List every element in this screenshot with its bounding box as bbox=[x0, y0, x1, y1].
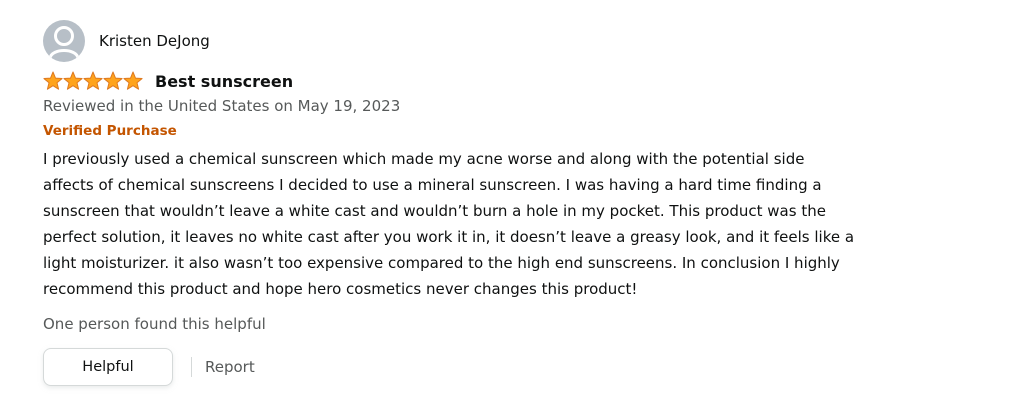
star-icon bbox=[63, 71, 83, 90]
star-icon bbox=[103, 71, 123, 90]
review-body: I previously used a chemical sunscreen w… bbox=[43, 150, 855, 298]
star-icon bbox=[43, 71, 63, 90]
customer-review: Kristen DeJong Best sunscreen Reviewed i… bbox=[43, 20, 1003, 386]
star-rating[interactable] bbox=[43, 71, 143, 91]
helpful-count: One person found this helpful bbox=[43, 315, 266, 333]
star-icon bbox=[83, 71, 103, 90]
divider bbox=[191, 357, 192, 377]
verified-purchase-badge[interactable]: Verified Purchase bbox=[43, 123, 1003, 141]
reviewer-name[interactable]: Kristen DeJong bbox=[99, 32, 210, 50]
avatar bbox=[43, 20, 85, 62]
review-title[interactable]: Best sunscreen bbox=[155, 72, 293, 91]
review-date: Reviewed in the United States on May 19,… bbox=[43, 97, 401, 115]
rating-row: Best sunscreen bbox=[43, 70, 1003, 92]
helpful-button[interactable]: Helpful bbox=[43, 348, 173, 386]
report-link[interactable]: Report bbox=[205, 358, 255, 376]
reviewer-profile[interactable]: Kristen DeJong bbox=[43, 20, 1003, 62]
user-silhouette-icon bbox=[48, 26, 80, 59]
star-icon bbox=[123, 71, 143, 90]
review-actions: Helpful Report bbox=[43, 348, 1003, 386]
